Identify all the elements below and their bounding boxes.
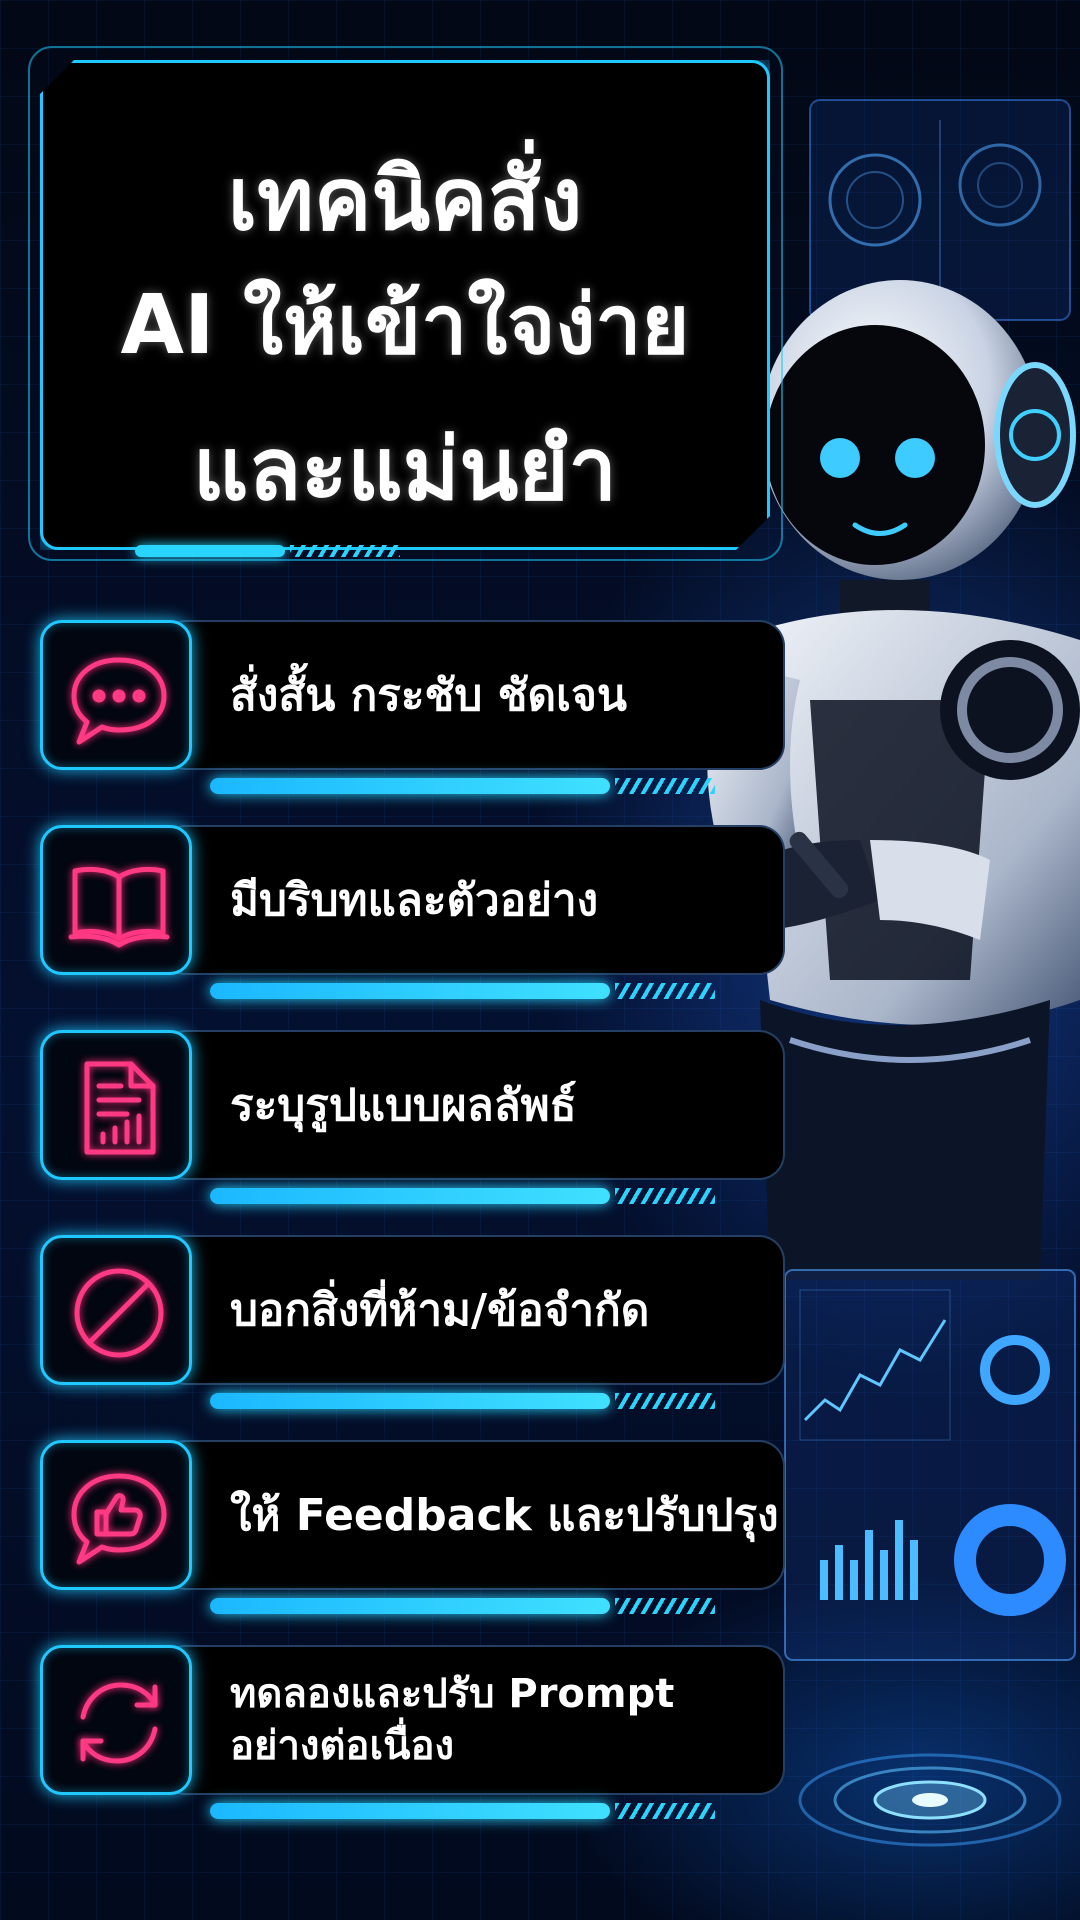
list-item: ทดลองและปรับ Prompt อย่างต่อเนื่อง <box>40 1645 785 1820</box>
icon-box <box>40 825 192 975</box>
item-text: มีบริบทและตัวอย่าง <box>230 875 599 926</box>
hologram-dashboard-bottom <box>784 1269 1076 1661</box>
item-accent-bar <box>210 1188 610 1204</box>
list-item: ให้ Feedback และปรับปรุง <box>40 1440 785 1615</box>
item-accent-bar <box>210 1803 610 1819</box>
list-item: บอกสิ่งที่ห้าม/ข้อจำกัด <box>40 1235 785 1410</box>
title-line-2: AI ให้เข้าใจง่าย <box>120 278 690 373</box>
open-book-icon <box>68 866 170 948</box>
title-accent-bar <box>135 545 285 557</box>
icon-box <box>40 1030 192 1180</box>
prohibited-icon <box>74 1268 164 1358</box>
icon-box <box>40 620 192 770</box>
document-chart-icon <box>84 1061 156 1155</box>
item-text: บอกสิ่งที่ห้าม/ข้อจำกัด <box>230 1285 650 1336</box>
refresh-icon <box>80 1682 158 1764</box>
item-text: สั่งสั้น กระชับ ชัดเจน <box>230 670 627 721</box>
item-accent-hatch <box>615 778 715 794</box>
item-accent-hatch <box>615 1393 715 1409</box>
hologram-portal <box>798 1753 1062 1847</box>
list-item: ระบุรูปแบบผลลัพธ์ <box>40 1030 785 1205</box>
list-item: สั่งสั้น กระชับ ชัดเจน <box>40 620 785 795</box>
icon-box <box>40 1440 192 1590</box>
thumbs-up-icon <box>71 1473 167 1565</box>
title-line-3: และแม่นยำ <box>193 420 617 520</box>
item-accent-hatch <box>615 1803 715 1819</box>
chat-bubble-icon <box>71 657 167 745</box>
icon-box <box>40 1235 192 1385</box>
title-line-1: เทคนิคสั่ง <box>227 150 583 250</box>
icon-box <box>40 1645 192 1795</box>
item-text: ทดลองและปรับ Prompt อย่างต่อเนื่อง <box>230 1671 675 1769</box>
item-text: ให้ Feedback และปรับปรุง <box>230 1490 779 1541</box>
list-item: มีบริบทและตัวอย่าง <box>40 825 785 1000</box>
item-accent-bar <box>210 778 610 794</box>
item-text: ระบุรูปแบบผลลัพธ์ <box>230 1080 577 1131</box>
item-accent-bar <box>210 1598 610 1614</box>
title-accent-hatch <box>290 545 400 557</box>
item-accent-hatch <box>615 1188 715 1204</box>
item-accent-hatch <box>615 983 715 999</box>
item-accent-bar <box>210 1393 610 1409</box>
item-accent-hatch <box>615 1598 715 1614</box>
item-accent-bar <box>210 983 610 999</box>
